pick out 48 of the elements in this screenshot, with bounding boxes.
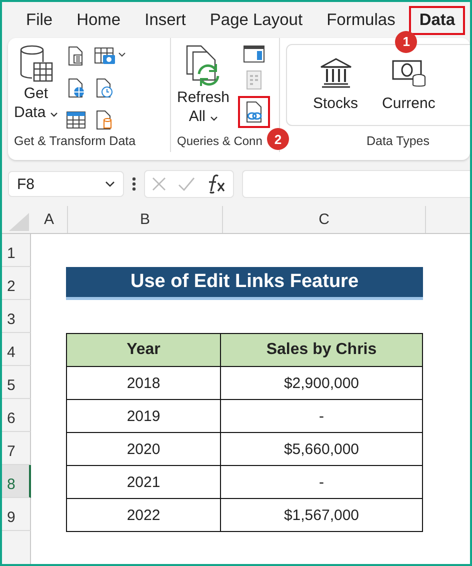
table-icon xyxy=(66,110,86,130)
formula-field[interactable] xyxy=(242,170,470,198)
bank-icon xyxy=(318,57,352,89)
row-header[interactable]: 5 xyxy=(2,366,31,399)
ribbon-tab[interactable]: Insert xyxy=(134,6,196,34)
row-header[interactable]: 9 xyxy=(2,498,31,531)
row-header[interactable]: 7 xyxy=(2,432,31,465)
chevron-down-icon xyxy=(105,181,115,187)
row-header[interactable]: 8 xyxy=(2,465,31,498)
check-icon xyxy=(177,176,195,192)
cancel-icon xyxy=(151,176,167,192)
ribbon-tab[interactable]: Home xyxy=(66,6,131,34)
data-type-button[interactable]: Stocks xyxy=(313,57,358,117)
ribbon-tab[interactable]: File xyxy=(16,6,63,34)
row-header[interactable]: 2 xyxy=(2,267,31,300)
table-camera-icon xyxy=(94,46,126,66)
table-header-cell: Sales by Chris xyxy=(220,333,423,367)
chevron-down-icon xyxy=(210,116,218,121)
web-file-icon xyxy=(66,78,86,98)
name-box[interactable]: F8 xyxy=(8,171,124,197)
row-header[interactable]: 4 xyxy=(2,333,31,366)
edit-links-button[interactable] xyxy=(238,96,270,128)
database-file-icon xyxy=(94,110,114,130)
clock-file-icon xyxy=(94,78,114,98)
group-label: Get & Transform Data xyxy=(14,134,137,148)
row-header[interactable]: 6 xyxy=(2,399,31,432)
table-title: Use of Edit Links Feature xyxy=(66,267,423,300)
more-options-icon xyxy=(132,176,136,192)
group-label: Queries & Conn xyxy=(177,134,264,148)
chevron-down-icon xyxy=(50,112,58,117)
column-header[interactable]: A xyxy=(31,206,68,233)
step-badge: 1 xyxy=(395,30,418,52)
refresh-all-button[interactable]: Refresh All xyxy=(177,44,230,134)
row-header[interactable]: 3 xyxy=(2,300,31,333)
column-header[interactable]: B xyxy=(68,206,223,233)
table-header-cell: Year xyxy=(66,333,221,367)
ribbon-tab[interactable]: Page Layout xyxy=(200,6,313,34)
column-header[interactable]: C xyxy=(223,206,426,233)
data-type-button[interactable]: Currenc xyxy=(382,57,436,117)
step-badge: 2 xyxy=(267,128,289,150)
table-cell: $1,567,000 xyxy=(220,498,423,532)
database-icon xyxy=(18,44,54,84)
get-data-button[interactable]: Get Data xyxy=(14,44,58,134)
row-header[interactable]: 1 xyxy=(2,234,31,267)
panel-icon xyxy=(242,44,265,64)
table-cell: 2022 xyxy=(66,498,221,532)
ribbon-tab[interactable]: Data xyxy=(409,6,466,34)
group-label: Data Types xyxy=(366,134,430,148)
